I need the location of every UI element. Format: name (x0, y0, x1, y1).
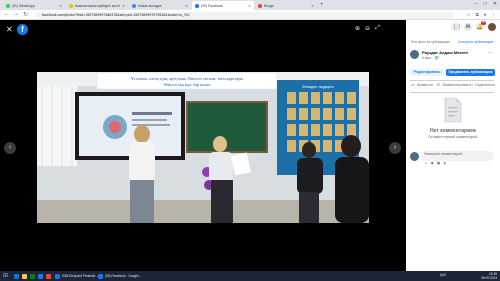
share-button[interactable]: ↪ Поделиться (470, 83, 495, 87)
tab-close-icon[interactable]: ✕ (311, 4, 314, 8)
gif-icon[interactable]: ▣ (437, 161, 440, 165)
profile-icon[interactable]: ● (484, 12, 487, 18)
language-indicator[interactable]: ҚАЗ (440, 273, 446, 277)
browser-toolbar-icons: ☆ ⧉ ● ⋮ (467, 12, 496, 18)
fullscreen-icon[interactable]: ⤢ (375, 25, 380, 32)
prev-photo-button[interactable]: ‹ (4, 142, 16, 154)
post-photo: Ұстазым, әлсең едің, әрттуына, Өнегелі т… (37, 72, 369, 223)
messenger-icon[interactable]: ✉ (464, 23, 472, 31)
pinned-app-icon[interactable] (46, 273, 51, 279)
tab-close-icon[interactable]: ✕ (248, 4, 251, 8)
no-comments-title: Нет комментариев (430, 128, 476, 134)
tab-label: Новая вкладка (138, 3, 162, 8)
close-window-button[interactable]: ✕ (493, 1, 497, 7)
maximize-button[interactable]: □ (484, 1, 487, 7)
viewer-tools: ⊕ ⊖ ⤢ (355, 25, 380, 32)
browser-tab[interactable]: (39) Facebook ✕ (192, 1, 254, 10)
pinned-app-icon[interactable] (30, 273, 35, 279)
back-icon[interactable]: ← (4, 11, 10, 17)
taskbar-app-chrome[interactable]: (39) Facebook - Google ... (98, 273, 142, 280)
sticker-icon[interactable]: ◈ (443, 161, 446, 165)
pinned-app-icon[interactable] (22, 273, 27, 279)
share-icon: ↪ (470, 83, 474, 87)
avatar[interactable] (488, 23, 496, 31)
zoom-out-icon[interactable]: ⊖ (365, 25, 370, 32)
tab-favicon-icon (69, 3, 73, 8)
tab-label: Компьютерлік жүйедегі мәтіннің... (75, 3, 121, 8)
taskbar-app-esb[interactable]: ESB Endpoint Protectio... (55, 273, 98, 280)
comment-tools: ☺ ◉ ▣ ◈ (424, 161, 446, 165)
next-photo-button[interactable]: › (389, 142, 401, 154)
url-input[interactable]: facebook.com/photo/?fbid=155736999748637… (36, 11, 454, 19)
windows-start-icon[interactable]: ⊞ (3, 272, 8, 279)
facebook-logo[interactable]: f (17, 24, 28, 35)
notifications-icon[interactable]: 🔔 20 (476, 20, 486, 31)
document-icon (444, 97, 462, 123)
window-controls: – □ ✕ (475, 1, 497, 7)
browser-tab[interactable]: Новая вкладка ✕ (129, 1, 191, 10)
divider (410, 80, 494, 81)
open-post-link[interactable]: Смотреть публикацию (458, 40, 493, 44)
system-clock[interactable]: 16:38 06.09.2024 (481, 272, 497, 280)
reload-icon[interactable]: ↻ (23, 11, 28, 18)
emoji-icon[interactable]: ☺ (424, 161, 428, 165)
promote-button[interactable]: Продвигать публикацию (446, 69, 495, 76)
tab-close-icon[interactable]: ✕ (122, 4, 125, 8)
comment-button[interactable]: 💬︎ Комментировать (436, 83, 471, 87)
browser-tab[interactable]: Компьютерлік жүйедегі мәтіннің...✕ (66, 1, 128, 10)
tab-favicon-icon (132, 3, 136, 8)
tab-close-icon[interactable]: ✕ (59, 4, 62, 8)
like-icon: 👍︎ (411, 83, 415, 87)
panel-top-icons: ⋮⋮ ✉ 🔔 20 (452, 20, 496, 31)
author-avatar[interactable] (410, 50, 419, 59)
minimize-button[interactable]: – (475, 1, 478, 7)
browser-tab-strip: (51) WhatsApp ✕ Компьютерлік жүйедегі мәті… (0, 0, 500, 10)
more-options-icon[interactable]: ⋯ (488, 50, 493, 56)
close-icon[interactable]: ✕ (6, 25, 13, 34)
post-side-panel (406, 20, 500, 271)
like-button[interactable]: 👍︎ Нравится (411, 83, 433, 87)
edit-button[interactable]: Редактировать (410, 69, 444, 76)
author-name[interactable]: Рауәдат Алдаш Мектеп (422, 50, 468, 55)
browser-tab[interactable]: Входя ✕ (255, 1, 317, 10)
apps-icon[interactable]: ⋮⋮ (452, 23, 462, 31)
no-comments-subtitle: Оставьте первый комментарий. (428, 135, 478, 139)
menu-icon[interactable]: ⋮ (492, 12, 497, 18)
pinned-app-icon[interactable] (38, 273, 43, 279)
tab-label: Входя (264, 3, 274, 8)
zoom-in-icon[interactable]: ⊕ (355, 25, 360, 32)
star-icon[interactable]: ☆ (467, 12, 471, 18)
notification-badge: 20 (481, 20, 486, 25)
forward-icon[interactable]: → (13, 11, 19, 17)
address-bar: ← → ↻ facebook.com/photo/?fbid=155736999… (0, 10, 500, 20)
user-avatar (410, 152, 419, 161)
browser-tab[interactable]: (51) WhatsApp ✕ (3, 1, 65, 10)
post-time: 5 мин. · 🌐 (422, 56, 440, 60)
comment-input[interactable]: Напишите комментарий... (421, 151, 493, 161)
privacy-line: Это фото из публикации (411, 40, 450, 44)
tab-close-icon[interactable]: ✕ (185, 4, 188, 8)
camera-icon[interactable]: ◉ (431, 161, 434, 165)
pinned-app-icon[interactable] (14, 273, 19, 279)
new-tab-button[interactable]: + (320, 1, 324, 10)
app-icon (98, 273, 103, 279)
app-icon (55, 273, 60, 279)
tab-favicon-icon (258, 3, 262, 8)
tab-favicon-icon (195, 3, 199, 8)
tab-label: (39) Facebook (201, 3, 223, 8)
comment-icon: 💬︎ (436, 83, 441, 87)
tab-favicon-icon (6, 3, 10, 8)
divider (410, 92, 494, 93)
tab-label: (51) WhatsApp (12, 3, 35, 8)
board-heading: Әлемдегі таңдаулы (302, 85, 334, 89)
extensions-icon[interactable]: ⧉ (476, 12, 479, 18)
